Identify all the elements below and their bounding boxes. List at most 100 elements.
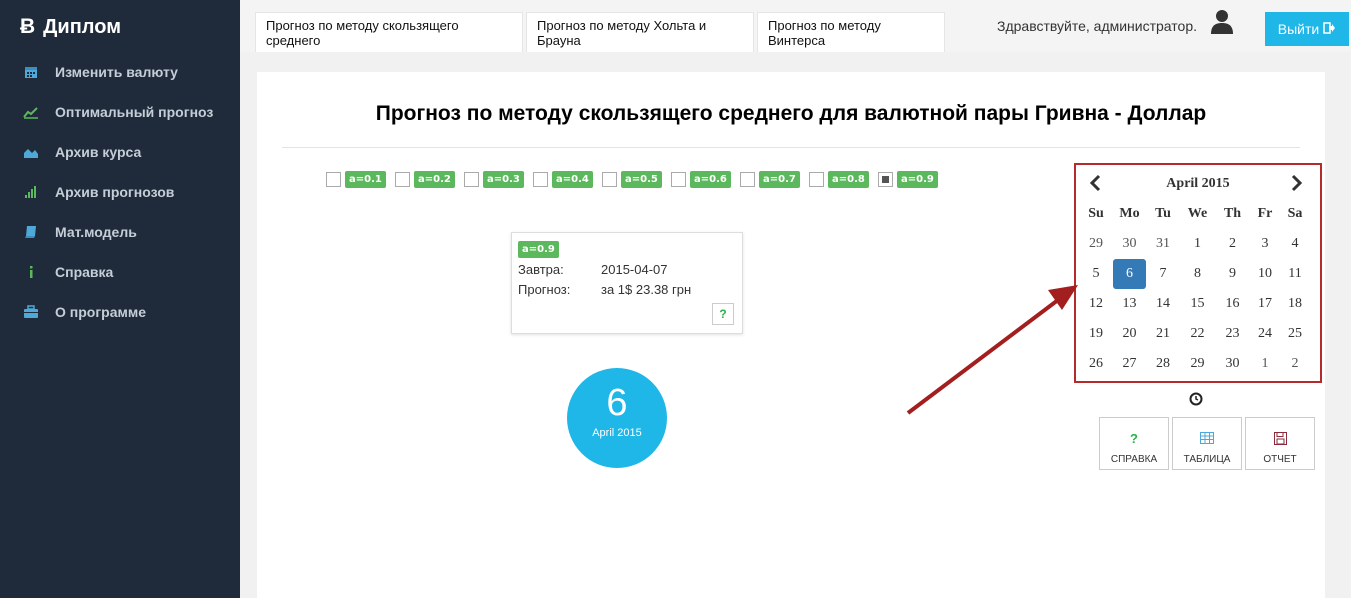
sidebar-item-optimal-forecast[interactable]: Оптимальный прогноз: [0, 92, 240, 132]
calendar-day[interactable]: 1: [1250, 349, 1280, 379]
calendar-day[interactable]: 2: [1280, 349, 1310, 379]
calendar-day[interactable]: 27: [1113, 349, 1146, 379]
date-circle: 6 April 2015: [567, 368, 667, 468]
calendar-day[interactable]: 10: [1250, 259, 1280, 289]
logout-button[interactable]: Выйти: [1265, 12, 1349, 46]
alpha-option[interactable]: a=0.9: [878, 171, 947, 188]
clock-icon[interactable]: [1189, 392, 1203, 406]
forecast-label: Прогноз:: [518, 282, 571, 297]
date-circle-month: April 2015: [592, 427, 642, 439]
calendar-day[interactable]: 22: [1180, 319, 1215, 349]
tab-moving-average[interactable]: Прогноз по методу скользящего среднего: [255, 12, 523, 52]
briefcase-icon: [22, 305, 40, 319]
alpha-option[interactable]: a=0.8: [809, 171, 878, 188]
user-icon[interactable]: [1210, 9, 1234, 35]
calendar-day[interactable]: 17: [1250, 289, 1280, 319]
calendar-day[interactable]: 19: [1079, 319, 1113, 349]
title-pair: Гривна - Доллар: [1034, 102, 1207, 125]
forecast-value: за 1$ 23.38 грн: [601, 282, 692, 297]
calendar-day[interactable]: 4: [1280, 229, 1310, 259]
calendar-day[interactable]: 2: [1215, 229, 1250, 259]
alpha-checkbox[interactable]: [464, 172, 479, 187]
sidebar-item-label: Изменить валюту: [55, 64, 178, 80]
alpha-checkbox[interactable]: [671, 172, 686, 187]
sidebar-item-forecast-archive[interactable]: Архив прогнозов: [0, 172, 240, 212]
calendar-day[interactable]: 20: [1113, 319, 1146, 349]
calendar-day-selected[interactable]: 6: [1113, 259, 1146, 289]
calendar-day[interactable]: 31: [1146, 229, 1180, 259]
sidebar-item-label: Архив курса: [55, 144, 142, 160]
calendar-day[interactable]: 15: [1180, 289, 1215, 319]
alpha-badge: a=0.4: [552, 171, 593, 188]
calendar-day[interactable]: 13: [1113, 289, 1146, 319]
alpha-badge: a=0.5: [621, 171, 662, 188]
calendar-icon: [22, 65, 40, 79]
sidebar-item-help[interactable]: Справка: [0, 252, 240, 292]
main-panel: Прогноз по методу скользящего среднего д…: [257, 72, 1325, 598]
alpha-badge: a=0.9: [897, 171, 938, 188]
calendar-day[interactable]: 24: [1250, 319, 1280, 349]
calendar-day[interactable]: 5: [1079, 259, 1113, 289]
alpha-checkbox[interactable]: [602, 172, 617, 187]
calendar-day[interactable]: 16: [1215, 289, 1250, 319]
alpha-option[interactable]: a=0.5: [602, 171, 671, 188]
calendar-day[interactable]: 14: [1146, 289, 1180, 319]
calendar-day[interactable]: 1: [1180, 229, 1215, 259]
tab-winters[interactable]: Прогноз по методу Винтерса: [757, 12, 945, 52]
alpha-option[interactable]: a=0.4: [533, 171, 602, 188]
sidebar-item-label: Оптимальный прогноз: [55, 104, 214, 120]
forecast-card: a=0.9 Завтра: 2015-04-07 Прогноз: за 1$ 23…: [511, 232, 743, 334]
calendar-day[interactable]: 30: [1113, 229, 1146, 259]
next-month-button[interactable]: [1286, 173, 1306, 193]
calendar-day[interactable]: 3: [1250, 229, 1280, 259]
sidebar-item-change-currency[interactable]: Изменить валюту: [0, 52, 240, 92]
calendar-day[interactable]: 11: [1280, 259, 1310, 289]
alpha-checkbox[interactable]: [809, 172, 824, 187]
calendar-day[interactable]: 28: [1146, 349, 1180, 379]
alpha-checkbox[interactable]: [740, 172, 755, 187]
sidebar-item-about[interactable]: О программе: [0, 292, 240, 332]
calendar-day[interactable]: 29: [1079, 229, 1113, 259]
tomorrow-row: Завтра: 2015-04-07: [518, 262, 668, 277]
alpha-option[interactable]: a=0.1: [326, 171, 395, 188]
calendar-day[interactable]: 18: [1280, 289, 1310, 319]
report-button[interactable]: ОТЧЕТ: [1245, 417, 1315, 470]
alpha-option[interactable]: a=0.2: [395, 171, 464, 188]
sidebar-item-math-model[interactable]: Мат.модель: [0, 212, 240, 252]
calendar-day[interactable]: 21: [1146, 319, 1180, 349]
sidebar-item-rate-archive[interactable]: Архив курса: [0, 132, 240, 172]
calendar-day[interactable]: 30: [1215, 349, 1250, 379]
alpha-checkbox[interactable]: [533, 172, 548, 187]
brand[interactable]: Ƀ Диплом: [20, 15, 121, 39]
calendar-day[interactable]: 8: [1180, 259, 1215, 289]
title-method: скользящего среднего: [578, 102, 814, 125]
table-button-label: ТАБЛИЦА: [1183, 454, 1231, 465]
forecast-help-button[interactable]: ?: [712, 303, 734, 325]
calendar-day[interactable]: 23: [1215, 319, 1250, 349]
table-button[interactable]: ТАБЛИЦА: [1172, 417, 1242, 470]
calendar-day[interactable]: 29: [1180, 349, 1215, 379]
weekday-header: Fr: [1257, 206, 1273, 221]
alpha-checkbox[interactable]: [326, 172, 341, 187]
save-icon: [1246, 426, 1314, 450]
alpha-option[interactable]: a=0.6: [671, 171, 740, 188]
calendar-day[interactable]: 25: [1280, 319, 1310, 349]
alpha-option[interactable]: a=0.3: [464, 171, 533, 188]
alpha-checkbox[interactable]: [878, 172, 893, 187]
calendar-month-title[interactable]: April 2015: [1076, 176, 1320, 192]
date-circle-day: 6: [606, 382, 628, 424]
calendar-day[interactable]: 7: [1146, 259, 1180, 289]
title-middle: для валютной пары: [813, 102, 1035, 125]
calendar-day[interactable]: 26: [1079, 349, 1113, 379]
alpha-checkbox[interactable]: [395, 172, 410, 187]
book-icon: [22, 225, 40, 239]
sidebar-item-label: О программе: [55, 304, 147, 320]
help-button[interactable]: ? СПРАВКА: [1099, 417, 1169, 470]
tab-holt-brown[interactable]: Прогноз по методу Хольта и Брауна: [526, 12, 754, 52]
calendar-day[interactable]: 9: [1215, 259, 1250, 289]
sidebar-item-label: Справка: [55, 264, 114, 280]
alpha-option[interactable]: a=0.7: [740, 171, 809, 188]
calendar-day[interactable]: 12: [1079, 289, 1113, 319]
calendar-header: April 2015: [1076, 173, 1320, 193]
table-icon: [1173, 426, 1241, 450]
